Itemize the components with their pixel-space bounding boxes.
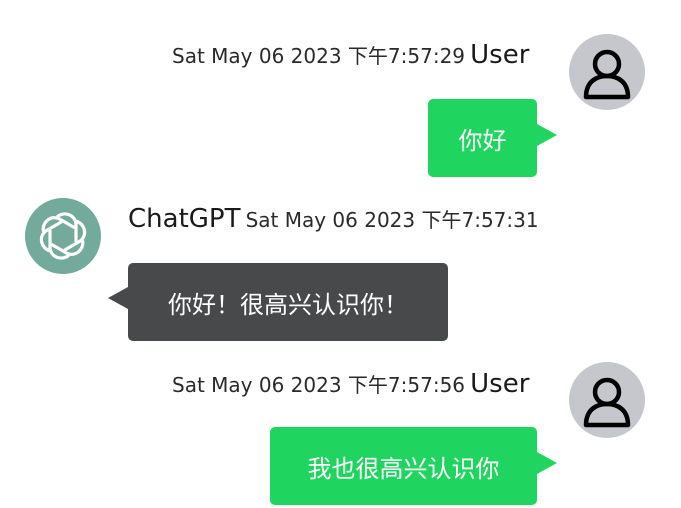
user-message-bubble: 我也很高兴认识你 <box>270 427 537 505</box>
user-message-bubble: 你好 <box>428 99 537 177</box>
chatgpt-logo-icon <box>39 212 87 260</box>
message-header: ChatGPT Sat May 06 2023 下午7:57:31 <box>128 204 539 234</box>
message-timestamp: Sat May 06 2023 下午7:57:56 <box>172 373 466 397</box>
user-silhouette-icon <box>583 49 631 100</box>
message-text: 你好 <box>458 126 507 155</box>
assistant-message-bubble: 你好！很高兴认识你！ <box>128 263 448 341</box>
message-text: 你好！很高兴认识你！ <box>168 290 408 319</box>
user-avatar <box>569 34 645 110</box>
message-text: 我也很高兴认识你 <box>307 454 500 483</box>
bubble-tail <box>537 124 557 146</box>
message-timestamp: Sat May 06 2023 下午7:57:31 <box>245 208 539 232</box>
bubble-tail <box>108 287 128 309</box>
sender-name: ChatGPT <box>128 204 241 234</box>
sender-name: User <box>470 369 530 399</box>
message-timestamp: Sat May 06 2023 下午7:57:29 <box>172 44 466 68</box>
chat-transcript: Sat May 06 2023 下午7:57:29 User 你好 ChatGP… <box>0 0 681 508</box>
user-avatar <box>569 362 645 438</box>
bubble-tail <box>537 452 557 474</box>
sender-name: User <box>470 40 530 70</box>
message-header: Sat May 06 2023 下午7:57:29 User <box>172 40 529 70</box>
chatgpt-avatar <box>25 198 101 274</box>
message-header: Sat May 06 2023 下午7:57:56 User <box>172 369 529 399</box>
user-silhouette-icon <box>583 377 631 428</box>
